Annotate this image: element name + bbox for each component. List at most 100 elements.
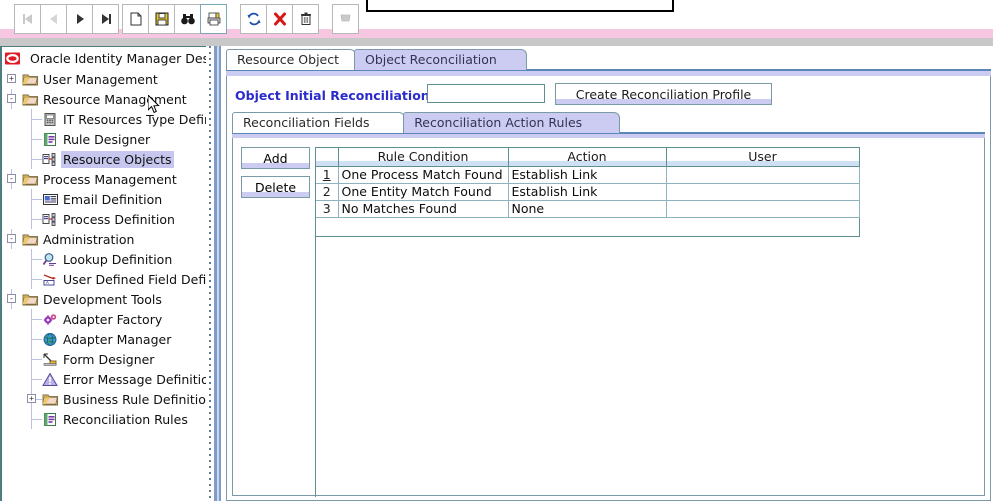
table-column-header-rule-condition[interactable]: Rule Condition	[338, 148, 509, 167]
action-rules-grid[interactable]: Rule Condition Action User 1 One Process Ma…	[315, 147, 860, 237]
tree-connector-horizontal	[31, 139, 42, 140]
tab-reconciliation-action-rules[interactable]: Reconciliation Action Rules	[403, 112, 620, 133]
tree-toggle-collapse[interactable]: -	[7, 174, 16, 183]
create-reconciliation-profile-button[interactable]: Create Reconciliation Profile	[555, 83, 772, 105]
first-record-button[interactable]	[14, 4, 41, 34]
tree-connector-horizontal	[31, 219, 42, 220]
tree-item-lookup-definition[interactable]: Lookup Definition	[2, 249, 206, 269]
tree-toggle-collapse[interactable]: -	[7, 94, 16, 103]
tree-item-label: Administration	[43, 231, 135, 247]
folder-icon	[22, 74, 39, 85]
tree-connector-horizontal	[31, 359, 42, 360]
tree-item-resource-management[interactable]: - Resource Management	[2, 89, 206, 109]
folder-icon	[42, 394, 59, 405]
delete-button-mnemonic: D	[254, 179, 265, 195]
tree-item-user-defined-field-definiti[interactable]: A User Defined Field Definiti	[2, 269, 206, 289]
user-cell[interactable]	[666, 200, 860, 218]
action-cell[interactable]: None	[508, 200, 667, 218]
row-number-cell[interactable]: 2	[316, 183, 339, 201]
tab-object-reconciliation[interactable]: Object Reconciliation	[354, 49, 528, 70]
table-column-header-action[interactable]: Action	[508, 148, 667, 167]
table-header-row: Rule Condition Action User	[316, 148, 860, 167]
resource-object-icon	[42, 152, 56, 166]
tab-resource-object[interactable]: Resource Object	[226, 49, 356, 70]
folder-icon	[22, 174, 39, 185]
tree-item-error-message-definition[interactable]: Error Message Definition	[2, 369, 206, 389]
tree-item-form-designer[interactable]: Form Designer	[2, 349, 206, 369]
tree-item-business-rule-definition[interactable]: + Business Rule Definition	[2, 389, 206, 409]
previous-record-button[interactable]	[40, 4, 67, 34]
tree-toggle-collapse[interactable]: -	[7, 234, 16, 243]
tree-item-label: Error Message Definition	[63, 371, 206, 387]
rule-condition-cell[interactable]: No Matches Found	[338, 200, 509, 218]
tree-item-label: Email Definition	[63, 191, 163, 207]
reconciliation-date-input[interactable]	[427, 84, 545, 103]
navigation-tree-pane[interactable]: Oracle Identity Manager Design Co + User …	[0, 46, 206, 501]
reconciliation-tabstrip: Reconciliation Fields Reconciliation Acti…	[232, 112, 985, 133]
gray-divider-strip	[0, 38, 993, 46]
tree-item-process-management[interactable]: - Process Management	[2, 169, 206, 189]
folder-icon	[22, 234, 39, 245]
tree-item-adapter-manager[interactable]: Adapter Manager	[2, 329, 206, 349]
reconciliation-date-row: Object Initial Reconciliation Date Creat…	[227, 81, 990, 111]
tree-item-development-tools[interactable]: - Development Tools	[2, 289, 206, 309]
table-body: 1 One Process Match Found Establish Link 2 O…	[316, 166, 860, 218]
table-header: Rule Condition Action User	[316, 148, 860, 167]
tree-toggle-collapse[interactable]: -	[7, 294, 16, 303]
delete-row-button[interactable]: Delete	[241, 176, 310, 198]
find-button[interactable]	[174, 4, 201, 34]
tree-toggle-expand[interactable]: +	[27, 394, 36, 403]
tree-item-reconciliation-rules[interactable]: Reconciliation Rules	[2, 409, 206, 429]
close-button[interactable]	[266, 4, 293, 34]
add-button[interactable]: Add	[241, 147, 310, 169]
next-record-button[interactable]	[66, 4, 93, 34]
tree-item-rule-designer[interactable]: Rule Designer	[2, 129, 206, 149]
tree-toggle-expand[interactable]: +	[7, 74, 16, 83]
action-cell[interactable]: Establish Link	[508, 183, 667, 201]
table-row[interactable]: 3 No Matches Found None	[316, 200, 860, 218]
rule-condition-cell[interactable]: One Process Match Found	[338, 166, 509, 184]
rule-designer-icon	[44, 132, 56, 146]
tree-connector-horizontal	[31, 319, 42, 320]
tree-item-email-definition[interactable]: Email Definition	[2, 189, 206, 209]
action-cell[interactable]: Establish Link	[508, 166, 667, 184]
delete-button[interactable]	[292, 4, 319, 34]
rule-designer-icon	[44, 412, 56, 426]
pane-splitter[interactable]	[206, 46, 222, 501]
tree-connector-horizontal	[31, 119, 42, 120]
form-designer-icon	[43, 353, 57, 366]
tree-item-resource-objects[interactable]: Resource Objects	[2, 149, 206, 169]
save-button[interactable]	[148, 4, 175, 34]
tree-item-user-management[interactable]: + User Management	[2, 69, 206, 89]
tree-root-node[interactable]: Oracle Identity Manager Design Co	[2, 47, 206, 69]
tree-item-adapter-factory[interactable]: Adapter Factory	[2, 309, 206, 329]
last-record-button[interactable]	[92, 4, 119, 34]
table-row[interactable]: 2 One Entity Match Found Establish Link	[316, 183, 860, 201]
row-number-cell[interactable]: 3	[316, 200, 339, 218]
row-number: 1	[322, 167, 331, 182]
action-rules-table: Rule Condition Action User 1 One Process Ma…	[316, 148, 860, 218]
refresh-button[interactable]	[240, 4, 267, 34]
tab-reconciliation-fields[interactable]: Reconciliation Fields	[232, 112, 406, 133]
user-cell[interactable]	[666, 183, 860, 201]
print-button[interactable]	[200, 4, 227, 34]
folder-icon	[22, 294, 39, 305]
object-tabstrip: Resource Object Object Reconciliation	[226, 49, 991, 70]
rule-condition-cell[interactable]: One Entity Match Found	[338, 183, 509, 201]
tree-item-it-resources-type-definiti[interactable]: IT Resources Type Definiti	[2, 109, 206, 129]
exit-button[interactable]	[332, 4, 359, 34]
magnifier-icon	[42, 252, 56, 266]
row-number-cell[interactable]: 1	[316, 166, 339, 184]
tree-root-label: Oracle Identity Manager Design Co	[30, 50, 206, 66]
user-cell[interactable]	[666, 166, 860, 184]
tree-item-process-definition[interactable]: Process Definition	[2, 209, 206, 229]
table-column-header-rownum[interactable]	[316, 148, 339, 167]
table-row[interactable]: 1 One Process Match Found Establish Link	[316, 166, 860, 184]
splitter-grip-dots	[209, 46, 211, 501]
new-button[interactable]	[122, 4, 149, 34]
tree-item-administration[interactable]: - Administration	[2, 229, 206, 249]
tree-item-label: Process Management	[43, 171, 177, 187]
tree-item-label: Reconciliation Rules	[63, 411, 188, 427]
table-column-header-user[interactable]: User	[666, 148, 860, 167]
globe-icon	[43, 332, 57, 346]
